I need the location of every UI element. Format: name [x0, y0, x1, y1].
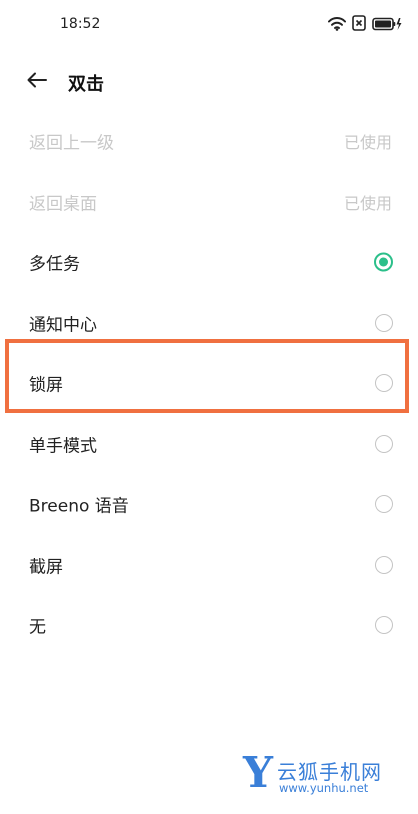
option-back-home: 返回桌面 已使用 — [0, 172, 418, 233]
back-button[interactable] — [22, 68, 52, 96]
status-icons — [328, 15, 402, 35]
option-multitask[interactable]: 多任务 — [0, 232, 418, 293]
used-status: 已使用 — [343, 193, 392, 213]
option-label: 单手模式 — [29, 436, 97, 457]
watermark-logo: Y 云狐手机网 www.yunhu.net — [243, 752, 403, 802]
battery-charging-icon — [372, 16, 402, 35]
option-label: 返回上一级 — [29, 133, 114, 154]
sim-x-icon — [352, 15, 366, 35]
watermark-y: Y — [243, 748, 273, 797]
used-status: 已使用 — [343, 133, 392, 153]
watermark-url: www.yunhu.net — [279, 781, 369, 795]
radio-checked-icon[interactable] — [374, 252, 393, 272]
radio-unchecked-icon[interactable] — [375, 555, 393, 574]
option-notification-center[interactable]: 通知中心 — [0, 293, 418, 354]
option-back-previous: 返回上一级 已使用 — [0, 111, 418, 172]
header: 双击 — [0, 60, 418, 104]
option-breeno-voice[interactable]: Breeno 语音 — [0, 474, 418, 535]
option-label: 返回桌面 — [29, 194, 97, 215]
wifi-icon — [328, 16, 346, 35]
option-label: 截屏 — [29, 557, 63, 578]
option-one-hand-mode[interactable]: 单手模式 — [0, 414, 418, 475]
page-title: 双击 — [68, 74, 104, 95]
option-lock-screen[interactable]: 锁屏 — [0, 353, 418, 414]
radio-unchecked-icon[interactable] — [375, 495, 393, 514]
arrow-left-icon — [27, 72, 47, 92]
option-label: 锁屏 — [29, 375, 63, 396]
radio-unchecked-icon[interactable] — [375, 434, 393, 453]
option-label: 多任务 — [29, 254, 80, 275]
option-label: 通知中心 — [29, 315, 97, 336]
double-tap-option-list: 返回上一级 已使用 返回桌面 已使用 多任务 通知中心 锁屏 单手模式 Bree… — [0, 111, 418, 656]
radio-unchecked-icon[interactable] — [375, 313, 393, 332]
option-label: 无 — [29, 617, 46, 638]
option-screenshot[interactable]: 截屏 — [0, 535, 418, 596]
radio-unchecked-icon[interactable] — [375, 616, 393, 635]
radio-unchecked-icon[interactable] — [375, 374, 393, 393]
status-bar: 18:52 — [0, 0, 418, 50]
status-time: 18:52 — [60, 16, 101, 32]
option-label: Breeno 语音 — [29, 496, 129, 517]
option-none[interactable]: 无 — [0, 595, 418, 656]
